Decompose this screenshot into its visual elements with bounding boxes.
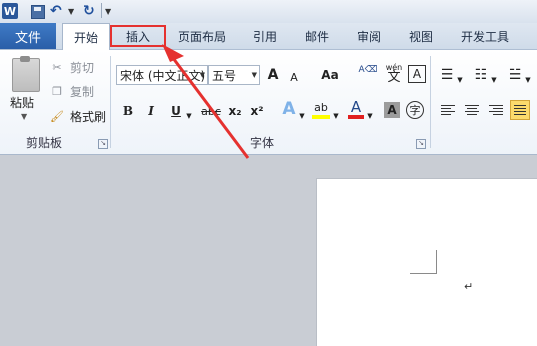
annotation-arrow — [162, 44, 250, 159]
